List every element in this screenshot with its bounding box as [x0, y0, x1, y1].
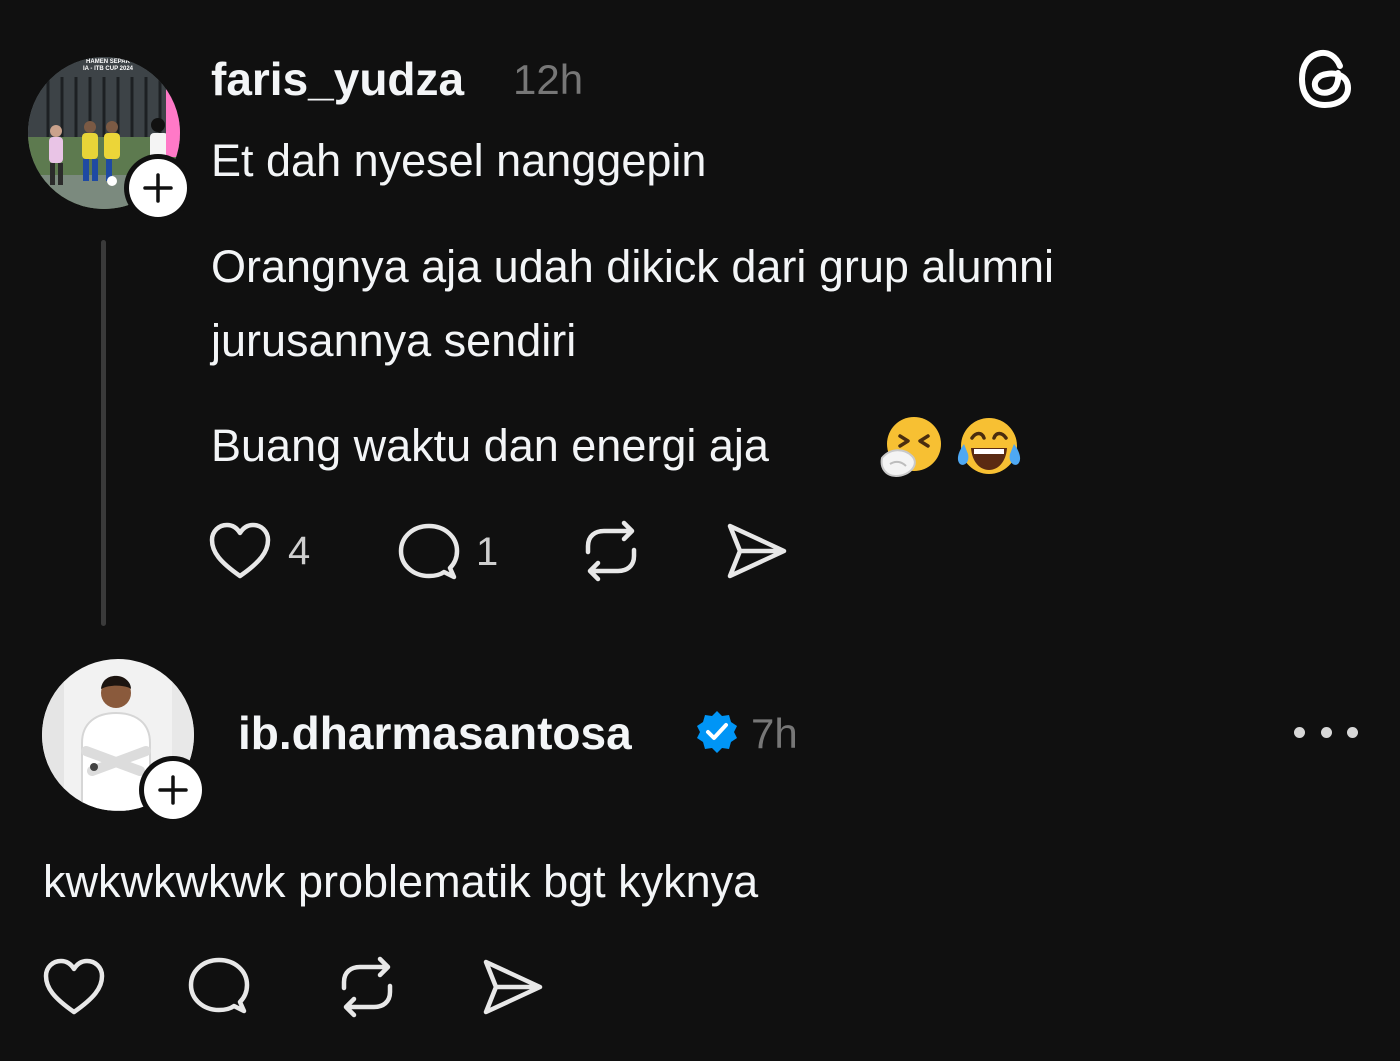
sneezing-face-emoji	[880, 414, 946, 480]
more-dot	[1347, 726, 1358, 738]
post-line-4: Buang waktu dan energi aja	[211, 420, 769, 471]
post-line-3: jurusannya sendiri	[211, 315, 577, 366]
more-options-button[interactable]	[1294, 716, 1358, 748]
post-username[interactable]: faris_yudza	[211, 52, 464, 106]
comment-button[interactable]: 1	[398, 522, 498, 582]
speech-bubble-icon	[188, 957, 250, 1014]
verified-badge-icon	[694, 709, 740, 755]
paper-plane-icon	[483, 959, 543, 1015]
reply-text: kwkwkwkwk problematik bgt kyknya	[43, 856, 759, 907]
reply-comment-button[interactable]	[188, 956, 250, 1016]
paper-plane-icon	[727, 523, 787, 579]
like-button[interactable]: 4	[208, 522, 310, 580]
repost-icon	[341, 956, 393, 1018]
more-dot	[1320, 726, 1332, 738]
more-horizontal-icon	[1294, 726, 1305, 738]
share-button[interactable]	[726, 522, 788, 580]
reply-count: 1	[476, 529, 499, 574]
post-time: 12h	[513, 56, 584, 103]
plus-icon	[143, 173, 173, 203]
reply-like-button[interactable]	[42, 958, 106, 1016]
post-line-2: Orangnya aja udah dikick dari grup alumn…	[211, 241, 1054, 292]
tears-of-joy-emoji	[954, 414, 1024, 480]
heart-icon	[209, 522, 271, 579]
threads-logo-icon[interactable]	[1296, 46, 1358, 112]
speech-bubble-icon	[398, 523, 460, 580]
post-line-1: Et dah nyesel nanggepin	[211, 135, 707, 186]
follow-button[interactable]	[124, 154, 192, 222]
thread-line	[101, 240, 106, 626]
plus-icon	[158, 775, 188, 805]
reply-time: 7h	[751, 710, 798, 757]
reply-repost-button[interactable]	[336, 956, 398, 1018]
follow-button-reply[interactable]	[139, 756, 207, 824]
repost-button[interactable]	[580, 520, 642, 582]
repost-icon	[585, 520, 637, 582]
reply-username[interactable]: ib.dharmasantosa	[238, 706, 632, 760]
heart-icon	[43, 958, 105, 1015]
avatar-banner-text: HAMEN SEPAK IA - ITB CUP 2024	[82, 59, 133, 72]
like-count: 4	[288, 528, 311, 573]
reply-share-button[interactable]	[482, 958, 544, 1016]
